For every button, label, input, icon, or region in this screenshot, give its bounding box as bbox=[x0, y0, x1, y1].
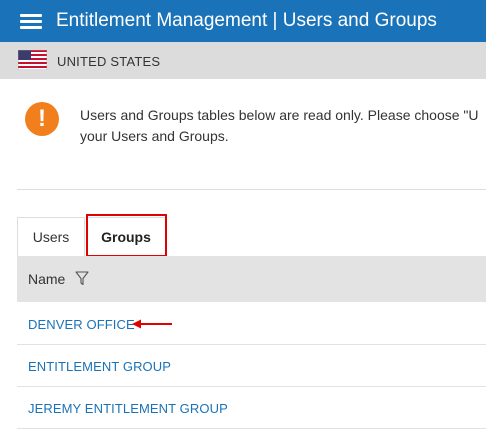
notice-line-2: your Users and Groups. bbox=[80, 128, 229, 144]
tab-users[interactable]: Users bbox=[17, 217, 85, 256]
read-only-notice: Users and Groups tables below are read o… bbox=[80, 105, 486, 147]
page-title: Entitlement Management | Users and Group… bbox=[56, 10, 437, 31]
tab-groups[interactable]: Groups bbox=[86, 217, 166, 256]
arrow-annotation-icon bbox=[132, 319, 172, 329]
divider bbox=[17, 189, 486, 190]
exclamation-icon: ! bbox=[25, 102, 59, 136]
us-flag-icon bbox=[18, 50, 47, 70]
table-row: JEREMY ENTITLEMENT GROUP bbox=[17, 387, 486, 429]
filter-icon[interactable] bbox=[75, 271, 89, 286]
hamburger-icon[interactable] bbox=[20, 14, 42, 29]
group-link[interactable]: DENVER OFFICE bbox=[28, 317, 135, 332]
app-header: Entitlement Management | Users and Group… bbox=[0, 0, 486, 42]
region-label: UNITED STATES bbox=[57, 54, 161, 69]
group-link[interactable]: JEREMY ENTITLEMENT GROUP bbox=[28, 401, 228, 416]
tab-bar: Users Groups bbox=[17, 217, 486, 256]
notice-line-1: Users and Groups tables below are read o… bbox=[80, 107, 479, 123]
column-header-name[interactable]: Name bbox=[28, 271, 65, 287]
table-row: DENVER OFFICE bbox=[17, 303, 486, 345]
grid-header: Name bbox=[17, 256, 486, 302]
group-link[interactable]: ENTITLEMENT GROUP bbox=[28, 359, 171, 374]
table-row: ENTITLEMENT GROUP bbox=[17, 345, 486, 387]
